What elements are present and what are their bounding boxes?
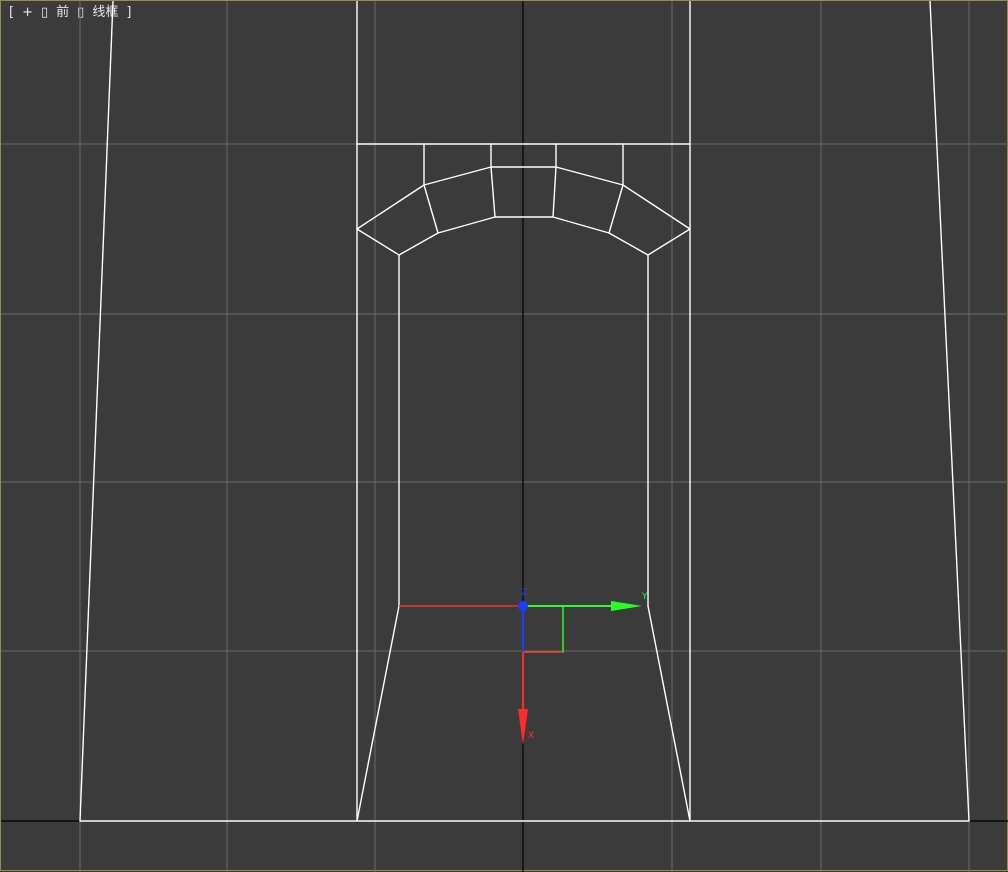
gizmo-axis-x-arrow[interactable] <box>518 709 528 745</box>
mesh-edge[interactable] <box>423 184 439 234</box>
mesh-edge[interactable] <box>79 1 114 822</box>
mesh-edge[interactable] <box>552 166 557 218</box>
gizmo-axis-y-arrow[interactable] <box>611 601 642 611</box>
mesh-edge[interactable] <box>490 166 496 218</box>
transform-gizmo[interactable]: X Y Z <box>399 588 648 745</box>
mesh-edge[interactable] <box>647 228 691 256</box>
mesh-edge[interactable] <box>356 605 400 822</box>
mesh-edge[interactable] <box>356 228 400 256</box>
gizmo-axis-z-label: Z <box>521 588 527 598</box>
grid-origin <box>1 1 1008 872</box>
front-viewport[interactable]: [ + ▯ 前 ▯ 线框 ] X Y Z <box>0 0 1008 872</box>
mesh-edge[interactable] <box>608 184 624 234</box>
mesh-wireframe[interactable] <box>79 1 970 822</box>
gizmo-plane-xy[interactable] <box>523 606 564 653</box>
mesh-edge[interactable] <box>647 605 691 822</box>
viewport-canvas[interactable]: X Y Z <box>1 1 1008 872</box>
grid <box>1 1 1008 872</box>
mesh-edge[interactable] <box>929 1 970 822</box>
gizmo-axis-y-label: Y <box>641 592 648 602</box>
gizmo-axis-x-label: X <box>528 731 534 741</box>
